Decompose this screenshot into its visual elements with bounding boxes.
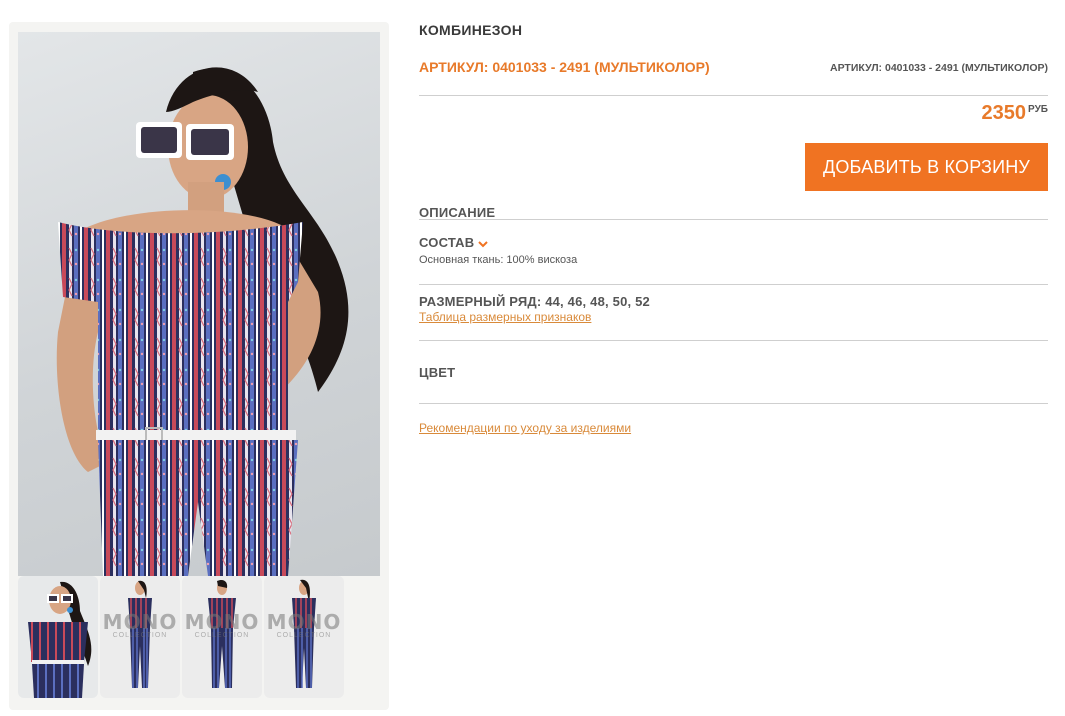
thumbnail-4-watermark: MONO	[266, 610, 342, 634]
composition-heading: СОСТАВ	[419, 235, 475, 250]
price: 2350 РУБ	[982, 102, 1048, 125]
divider	[419, 219, 1048, 220]
divider	[419, 403, 1048, 404]
product-title: КОМБИНЕЗОН	[419, 22, 523, 38]
add-to-cart-button[interactable]: ДОБАВИТЬ В КОРЗИНУ	[805, 143, 1048, 191]
thumbnail-strip: MONO COLLECTION MONO COLLECTION MONO COL…	[18, 576, 348, 698]
chevron-down-icon	[478, 236, 489, 251]
thumbnail-3-watermark-subtitle: COLLECTION	[194, 632, 250, 639]
composition-toggle[interactable]: СОСТАВ	[419, 235, 489, 251]
model-photo-illustration	[56, 67, 349, 576]
thumbnail-1[interactable]	[18, 576, 98, 698]
main-product-photo[interactable]	[18, 32, 380, 576]
price-value: 2350	[981, 102, 1027, 124]
thumbnail-3[interactable]: MONO COLLECTION	[182, 576, 262, 698]
divider	[419, 340, 1048, 341]
thumbnail-2[interactable]: MONO COLLECTION	[100, 576, 180, 698]
size-range: РАЗМЕРНЫЙ РЯД: 44, 46, 48, 50, 52	[419, 294, 650, 309]
care-recommendations-link[interactable]: Рекомендации по уходу за изделиями	[419, 421, 631, 435]
color-heading: ЦВЕТ	[419, 365, 456, 380]
article-number-secondary: АРТИКУЛ: 0401033 - 2491 (МУЛЬТИКОЛОР)	[829, 62, 1048, 74]
price-currency: РУБ	[1028, 104, 1048, 115]
thumbnail-2-watermark: MONO	[102, 610, 178, 634]
thumbnail-1-image	[28, 581, 92, 698]
divider	[419, 284, 1048, 285]
product-info-panel: КОМБИНЕЗОН АРТИКУЛ: 0401033 - 2491 (МУЛЬ…	[419, 0, 1048, 716]
article-number-primary: АРТИКУЛ: 0401033 - 2491 (МУЛЬТИКОЛОР)	[419, 59, 710, 75]
thumbnail-4-watermark-subtitle: COLLECTION	[276, 632, 332, 639]
thumbnail-2-watermark-subtitle: COLLECTION	[112, 632, 168, 639]
thumbnail-3-watermark: MONO	[184, 610, 260, 634]
thumbnail-4[interactable]: MONO COLLECTION	[264, 576, 344, 698]
product-gallery: MONO COLLECTION MONO COLLECTION MONO COL…	[9, 22, 389, 710]
size-chart-link[interactable]: Таблица размерных признаков	[419, 310, 591, 324]
divider	[419, 95, 1048, 96]
description-heading[interactable]: ОПИСАНИЕ	[419, 205, 495, 220]
composition-text: Основная ткань: 100% вискоза	[419, 254, 578, 266]
